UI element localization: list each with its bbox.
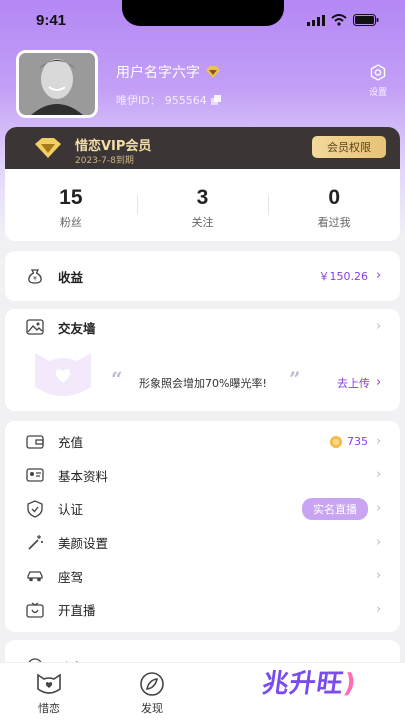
- stat-label: 粉丝: [59, 216, 82, 229]
- copy-icon[interactable]: [210, 95, 221, 105]
- menu-item-label: 座驾: [58, 569, 84, 585]
- live-icon: [25, 600, 45, 620]
- svg-text:¥: ¥: [33, 276, 37, 283]
- device-notch: [122, 0, 284, 26]
- vip-diamond-icon: [35, 138, 61, 158]
- menu-item-label: 美颜设置: [58, 536, 109, 552]
- avatar[interactable]: [16, 50, 98, 118]
- wallet-icon: [25, 432, 45, 452]
- battery-icon: [353, 14, 379, 26]
- brand-logo: 兆升旺): [260, 669, 359, 699]
- vip-expiry: 2023-7-8到期: [75, 156, 134, 166]
- menu-item-recharge[interactable]: 充值 735 ›: [5, 425, 400, 459]
- shield-icon: [25, 499, 45, 519]
- signal-icon: [307, 14, 325, 26]
- menu-item-beauty[interactable]: 美颜设置 ›: [5, 526, 400, 560]
- chevron-right-icon: ›: [376, 319, 382, 334]
- quote-open-icon: “: [111, 367, 123, 391]
- tab-discover[interactable]: 发现: [137, 671, 167, 716]
- vip-privileges-button[interactable]: 会员权限: [312, 136, 386, 158]
- vip-diamond-icon: [206, 66, 220, 78]
- friend-wall-upload-area[interactable]: “ 形象照会增加70%曝光率! ” 去上传 ›: [5, 345, 400, 411]
- chevron-right-icon: ›: [376, 534, 382, 550]
- earnings-value: ￥150.26: [318, 270, 369, 283]
- friend-wall-label: 交友墙: [58, 320, 96, 336]
- chevron-right-icon: ›: [376, 433, 382, 449]
- tab-xilian[interactable]: 惜恋: [34, 671, 64, 716]
- tab-label: 惜恋: [38, 702, 60, 715]
- status-icons: [307, 14, 379, 26]
- chevron-right-icon: ›: [376, 568, 382, 584]
- menu-item-verification[interactable]: 认证 实名直播 ›: [5, 492, 400, 526]
- user-id-value: 955564: [164, 93, 207, 107]
- coin-balance: 735: [329, 435, 368, 449]
- stat-label: 看过我: [317, 216, 351, 229]
- stat-fans[interactable]: 15 粉丝: [5, 169, 137, 241]
- chevron-right-icon: ›: [376, 268, 382, 283]
- stat-following[interactable]: 3 关注: [136, 169, 269, 241]
- image-icon: [25, 317, 45, 337]
- id-card-icon: [25, 465, 45, 485]
- wifi-icon: [331, 14, 347, 26]
- quote-close-icon: ”: [289, 367, 301, 391]
- status-time: 9:41: [36, 12, 67, 29]
- menu-item-label: 充值: [58, 435, 84, 451]
- chevron-right-icon: ›: [376, 467, 382, 483]
- earnings-card: ¥ 收益 ￥150.26 ›: [5, 251, 400, 301]
- status-bar: 9:41: [0, 0, 405, 44]
- magic-wand-icon: [25, 533, 45, 553]
- vip-title: 惜恋VIP会员: [75, 139, 152, 154]
- user-id-row: 唯伊ID： 955564: [116, 92, 221, 108]
- profile-header: 用户名字六字 唯伊ID： 955564 设置: [16, 50, 389, 120]
- stat-visitors[interactable]: 0 看过我: [268, 169, 400, 241]
- compass-icon: [140, 672, 164, 696]
- menu-item-label: 基本资料: [58, 468, 109, 484]
- menu-item-profile[interactable]: 基本资料 ›: [5, 459, 400, 493]
- upload-hint: 形象照会增加70%曝光率!: [139, 377, 267, 390]
- stats-card: 15 粉丝 3 关注 0 看过我: [5, 169, 400, 241]
- user-id-label: 唯伊ID：: [116, 94, 161, 107]
- cat-placeholder-icon: [35, 353, 91, 396]
- menu-item-go-live[interactable]: 开直播 ›: [5, 593, 400, 627]
- username: 用户名字六字: [116, 65, 200, 81]
- upload-link[interactable]: 去上传 ›: [337, 375, 386, 391]
- coin-value: 735: [347, 435, 368, 449]
- chevron-right-icon: ›: [376, 375, 382, 390]
- money-bag-icon: ¥: [25, 266, 45, 286]
- cat-icon: [37, 673, 61, 694]
- username-row: 用户名字六字: [116, 62, 221, 82]
- settings-icon: [370, 64, 386, 81]
- coin-icon: [330, 435, 342, 448]
- vip-banner[interactable]: 惜恋VIP会员 2023-7-8到期 会员权限: [5, 127, 400, 169]
- menu-item-vehicle[interactable]: 座驾 ›: [5, 559, 400, 593]
- bottom-tab-bar: 惜恋 发现 兆升旺): [0, 662, 405, 720]
- settings-menu: 充值 735 › 基本资料 › 认证 实名直播 › 美颜设置 › 座驾 › 开直…: [5, 421, 400, 632]
- friend-wall-card: 交友墙 › “ 形象照会增加70%曝光率! ” 去上传 ›: [5, 309, 400, 411]
- car-icon: [25, 566, 45, 586]
- menu-item-label: 认证: [58, 502, 84, 518]
- verification-badge: 实名直播: [302, 497, 368, 520]
- stat-value: 3: [196, 186, 209, 209]
- stat-value: 0: [328, 186, 341, 209]
- chevron-right-icon: ›: [376, 500, 382, 516]
- menu-item-label: 开直播: [58, 603, 96, 619]
- friend-wall-row[interactable]: 交友墙 ›: [5, 309, 400, 345]
- earnings-row[interactable]: ¥ 收益 ￥150.26 ›: [5, 251, 400, 301]
- settings-button[interactable]: 设置: [369, 64, 387, 98]
- chevron-right-icon: ›: [376, 601, 382, 617]
- upload-label: 去上传: [337, 377, 370, 390]
- earnings-label: 收益: [58, 269, 84, 285]
- stat-label: 关注: [191, 216, 214, 229]
- stat-value: 15: [59, 186, 83, 209]
- settings-label: 设置: [368, 88, 387, 98]
- tab-label: 发现: [141, 702, 163, 715]
